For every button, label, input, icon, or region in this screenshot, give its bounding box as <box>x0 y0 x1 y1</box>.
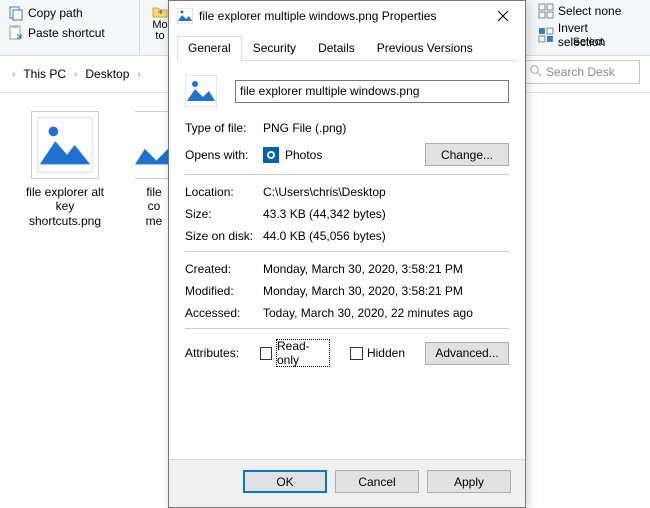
created-label: Created: <box>185 262 263 276</box>
location-value: C:\Users\chris\Desktop <box>263 185 509 199</box>
divider <box>185 174 509 175</box>
paste-shortcut-button[interactable]: Paste shortcut <box>4 23 135 43</box>
divider <box>185 328 509 329</box>
modified-label: Modified: <box>185 284 263 298</box>
tab-previous-versions[interactable]: Previous Versions <box>366 36 484 61</box>
size-on-disk-value: 44.0 KB (45,056 bytes) <box>263 229 509 243</box>
file-label: file explorer alt key shortcuts.png <box>20 185 110 228</box>
size-label: Size: <box>185 207 263 221</box>
general-pane: Type of file: PNG File (.png) Opens with… <box>169 61 525 459</box>
dialog-buttons: OK Cancel Apply <box>169 459 525 507</box>
ok-button[interactable]: OK <box>243 470 327 493</box>
breadcrumb-desktop[interactable]: Desktop <box>85 67 129 81</box>
modified-value: Monday, March 30, 2020, 3:58:21 PM <box>263 284 509 298</box>
search-icon <box>530 65 542 80</box>
cancel-button[interactable]: Cancel <box>335 470 419 493</box>
paste-shortcut-label: Paste shortcut <box>28 26 105 40</box>
opens-with-label: Opens with: <box>185 148 263 162</box>
search-input[interactable]: Search Desk <box>525 60 640 84</box>
location-label: Location: <box>185 185 263 199</box>
copy-path-icon <box>8 5 24 21</box>
dialog-title: file explorer multiple windows.png Prope… <box>199 9 480 23</box>
type-of-file-value: PNG File (.png) <box>263 121 509 135</box>
select-none-button[interactable]: Select none <box>538 2 638 20</box>
checkbox-icon <box>350 347 363 360</box>
checkbox-icon <box>260 347 272 360</box>
opens-with-value: Photos <box>285 148 425 162</box>
photos-app-icon <box>263 147 279 163</box>
file-item[interactable]: file explorer alt key shortcuts.png <box>20 111 110 228</box>
select-group: Select none Invert selection Select <box>538 2 638 50</box>
select-none-icon <box>538 3 554 19</box>
chevron-right-icon: › <box>68 69 83 80</box>
change-button[interactable]: Change... <box>425 143 509 166</box>
apply-button[interactable]: Apply <box>427 470 511 493</box>
type-of-file-label: Type of file: <box>185 121 263 135</box>
copy-path-label: Copy path <box>28 6 83 20</box>
select-none-label: Select none <box>558 4 621 18</box>
dialog-titlebar[interactable]: file explorer multiple windows.png Prope… <box>169 1 525 31</box>
move-to-icon <box>152 4 168 20</box>
read-only-checkbox[interactable]: Read-only <box>260 339 330 367</box>
tab-general[interactable]: General <box>177 36 242 61</box>
breadcrumb-this-pc[interactable]: This PC <box>23 67 66 81</box>
size-on-disk-label: Size on disk: <box>185 229 263 243</box>
properties-dialog: file explorer multiple windows.png Prope… <box>168 0 526 508</box>
divider <box>185 251 509 252</box>
accessed-label: Accessed: <box>185 306 263 320</box>
chevron-right-icon: › <box>6 69 21 80</box>
copy-path-button[interactable]: Copy path <box>4 3 135 23</box>
accessed-value: Today, March 30, 2020, 22 minutes ago <box>263 306 509 320</box>
filename-input[interactable] <box>235 80 509 103</box>
paste-shortcut-icon <box>8 25 24 41</box>
tab-security[interactable]: Security <box>242 36 307 61</box>
size-value: 43.3 KB (44,342 bytes) <box>263 207 509 221</box>
clipboard-group: Copy path Paste shortcut aste <box>0 0 140 56</box>
search-placeholder: Search Desk <box>546 65 615 79</box>
attributes-label: Attributes: <box>185 346 260 360</box>
advanced-button[interactable]: Advanced... <box>425 342 509 365</box>
close-icon <box>498 11 508 21</box>
created-value: Monday, March 30, 2020, 3:58:21 PM <box>263 262 509 276</box>
image-file-icon <box>31 111 99 179</box>
hidden-checkbox[interactable]: Hidden <box>350 346 405 360</box>
close-button[interactable] <box>480 1 525 31</box>
dialog-tabs: General Security Details Previous Versio… <box>177 35 517 61</box>
image-file-icon <box>177 8 193 24</box>
image-file-icon <box>185 75 217 107</box>
select-caption: Select <box>538 36 638 48</box>
read-only-label: Read-only <box>276 339 330 367</box>
tab-details[interactable]: Details <box>307 36 366 61</box>
hidden-label: Hidden <box>367 346 405 360</box>
chevron-right-icon: › <box>131 69 146 80</box>
